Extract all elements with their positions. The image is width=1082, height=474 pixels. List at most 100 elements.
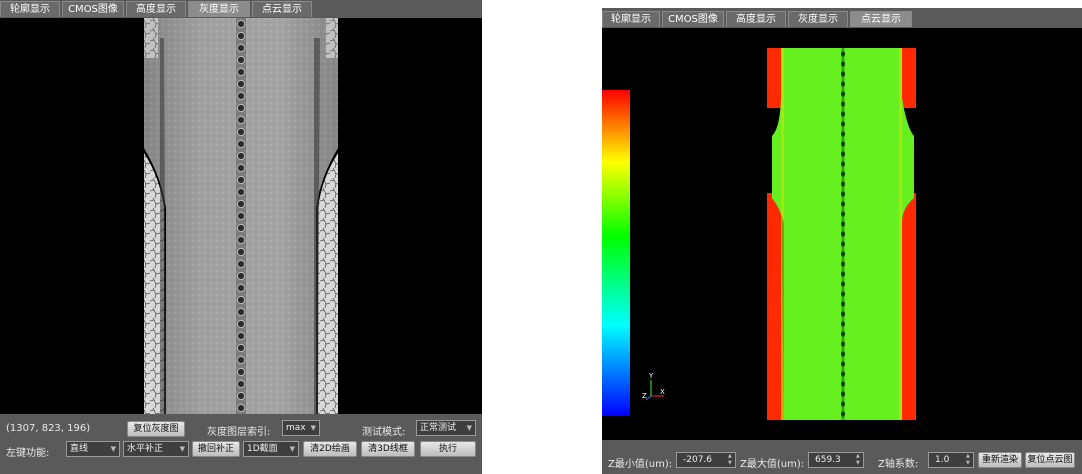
- hole-mark: [841, 281, 845, 287]
- hole-mark: [841, 121, 845, 127]
- axis-indicator: Y Z X: [642, 372, 665, 401]
- hole-mark: [236, 295, 246, 305]
- hole-mark: [841, 241, 845, 247]
- tab-contour[interactable]: 轮廓显示: [602, 11, 660, 27]
- clear-3d-button[interactable]: 清3D线框: [361, 441, 415, 457]
- hole-mark: [841, 51, 845, 57]
- hole-mark: [841, 271, 845, 277]
- left-key-label: 左键功能:: [6, 448, 50, 459]
- hole-mark: [841, 411, 845, 417]
- hole-mark: [236, 151, 246, 161]
- axis-x-label: X: [660, 388, 665, 396]
- z-color-scale: [602, 90, 630, 416]
- grayscale-window: 轮廓显示 CMOS图像 高度显示 灰度显示 点云显示 (1307, 823, 1…: [0, 0, 482, 474]
- hole-mark: [841, 311, 845, 317]
- tab-cmos[interactable]: CMOS图像: [62, 1, 124, 17]
- gray-layer-index-label: 灰度图层索引:: [207, 427, 271, 438]
- grayscale-image-view[interactable]: [0, 18, 482, 414]
- hole-mark: [841, 301, 845, 307]
- hole-mark: [841, 171, 845, 177]
- hole-mark: [841, 81, 845, 87]
- hole-mark: [841, 101, 845, 107]
- z-max-spinbox[interactable]: 659.3 ▲ ▼: [808, 452, 864, 468]
- hole-mark: [236, 379, 246, 389]
- coordinate-readout: (1307, 823, 196): [6, 423, 91, 434]
- hole-mark: [841, 141, 845, 147]
- gray-layer-index-select[interactable]: max ▼: [282, 420, 320, 436]
- z-min-label: Z最小值(um):: [608, 459, 673, 470]
- hole-mark: [841, 71, 845, 77]
- tab-height[interactable]: 高度显示: [726, 11, 786, 27]
- hole-mark: [236, 139, 246, 149]
- hole-mark: [236, 403, 246, 413]
- hole-mark: [236, 355, 246, 365]
- hole-mark: [841, 151, 845, 157]
- tab-pointcloud[interactable]: 点云显示: [850, 11, 912, 27]
- hole-mark: [236, 319, 246, 329]
- pointcloud-render: Y Z X: [602, 48, 916, 420]
- hole-mark: [236, 79, 246, 89]
- hole-mark: [236, 187, 246, 197]
- hole-mark: [236, 175, 246, 185]
- hole-mark: [841, 201, 845, 207]
- hole-mark: [236, 115, 246, 125]
- section-select[interactable]: 1D截面 ▼: [243, 441, 299, 457]
- hole-mark: [236, 283, 246, 293]
- hole-mark: [841, 161, 845, 167]
- clear-2d-button[interactable]: 清2D绘画: [303, 441, 357, 457]
- hole-mark: [236, 223, 246, 233]
- hole-mark: [841, 361, 845, 367]
- hole-mark: [841, 321, 845, 327]
- hole-mark: [841, 231, 845, 237]
- hole-mark: [236, 103, 246, 113]
- hole-mark: [236, 259, 246, 269]
- hole-mark: [841, 61, 845, 67]
- execute-button[interactable]: 执行: [420, 441, 476, 457]
- axis-z-label: Z: [642, 392, 647, 400]
- z-axis-factor-spinbox[interactable]: 1.0 ▲ ▼: [928, 452, 974, 468]
- hole-mark: [841, 331, 845, 337]
- hole-mark: [236, 55, 246, 65]
- hole-mark: [841, 111, 845, 117]
- tab-contour[interactable]: 轮廓显示: [0, 1, 60, 17]
- pointcloud-window: 轮廓显示 CMOS图像 高度显示 灰度显示 点云显示 Y Z X Z最小值(um…: [602, 8, 1082, 474]
- hole-mark: [236, 67, 246, 77]
- hole-mark: [236, 19, 246, 29]
- reset-cloud-button[interactable]: 复位点云图: [1025, 452, 1075, 468]
- hole-mark: [841, 251, 845, 257]
- pointcloud-view[interactable]: Y Z X: [602, 28, 1082, 440]
- hole-mark: [841, 181, 845, 187]
- tab-grayscale[interactable]: 灰度显示: [788, 11, 848, 27]
- hole-mark: [236, 367, 246, 377]
- tab-grayscale[interactable]: 灰度显示: [188, 1, 250, 17]
- hole-mark: [236, 163, 246, 173]
- hole-mark: [236, 91, 246, 101]
- tab-pointcloud[interactable]: 点云显示: [252, 1, 312, 17]
- z-axis-factor-label: Z轴系数:: [878, 459, 919, 470]
- hole-mark: [841, 381, 845, 387]
- hole-mark: [841, 391, 845, 397]
- hole-mark: [841, 191, 845, 197]
- rerender-button[interactable]: 重新渲染: [978, 452, 1022, 468]
- hole-mark: [236, 331, 246, 341]
- test-mode-select[interactable]: 正常测试 ▼: [416, 420, 476, 436]
- hole-mark: [236, 199, 246, 209]
- z-max-label: Z最大值(um):: [740, 459, 805, 470]
- hole-mark: [236, 271, 246, 281]
- axis-y-label: Y: [648, 372, 654, 380]
- hole-mark: [841, 221, 845, 227]
- hole-mark: [841, 371, 845, 377]
- reset-gray-button[interactable]: 复位灰度图: [127, 421, 185, 437]
- hole-mark: [841, 131, 845, 137]
- tab-cmos[interactable]: CMOS图像: [662, 11, 724, 27]
- hole-mark: [236, 211, 246, 221]
- undo-compensation-button[interactable]: 撤回补正: [192, 441, 240, 457]
- compensation-select[interactable]: 水平补正 ▼: [123, 441, 189, 457]
- left-key-select[interactable]: 直线 ▼: [66, 441, 120, 457]
- hole-mark: [236, 31, 246, 41]
- hole-mark: [841, 351, 845, 357]
- z-min-spinbox[interactable]: -207.6 ▲ ▼: [676, 452, 736, 468]
- tab-height[interactable]: 高度显示: [126, 1, 186, 17]
- tab-bar: 轮廓显示 CMOS图像 高度显示 灰度显示 点云显示: [602, 8, 1082, 28]
- hole-mark: [236, 127, 246, 137]
